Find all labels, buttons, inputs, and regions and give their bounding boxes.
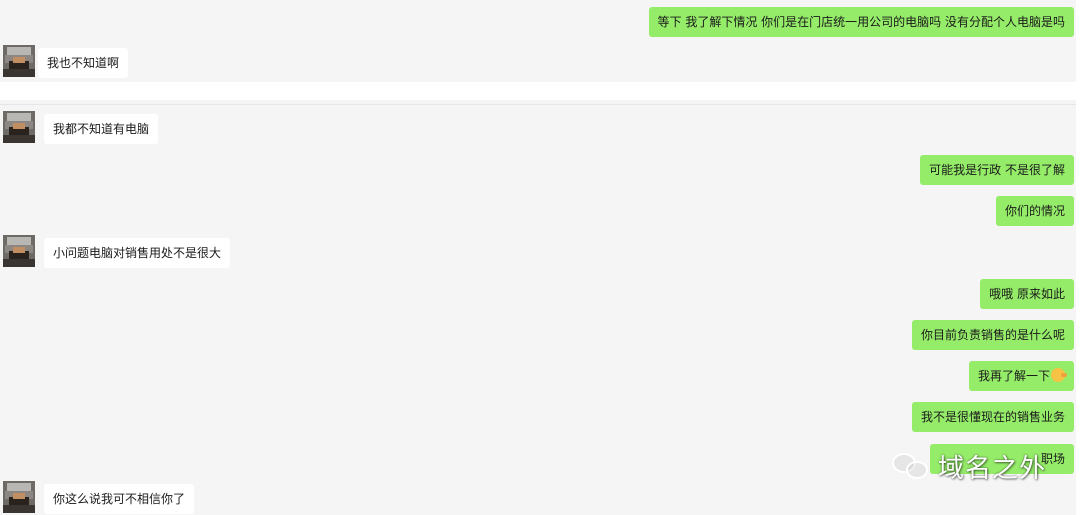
history-divider bbox=[0, 82, 1076, 100]
contact-message-bubble[interactable]: 小问题电脑对销售用处不是很大 bbox=[44, 238, 231, 268]
my-message-bubble[interactable]: 我再了解一下 bbox=[968, 361, 1074, 391]
my-message-bubble[interactable]: 你目前负责销售的是什么呢 bbox=[911, 320, 1074, 350]
my-message-bubble[interactable]: 我不是很懂现在的销售业务 bbox=[911, 402, 1074, 432]
my-message-bubble[interactable]: 等下 我了解下情况 你们是在门店统一用公司的电脑吗 没有分配个人电脑是吗 bbox=[648, 7, 1074, 37]
scrollbar-track[interactable] bbox=[1076, 0, 1080, 515]
wechat-logo-icon bbox=[892, 451, 930, 481]
sweat-smile-emoji-icon bbox=[1051, 368, 1067, 382]
message-text: 哦哦 原来如此 bbox=[989, 287, 1065, 301]
message-text: 你这么说我可不相信你了 bbox=[53, 492, 186, 506]
contact-avatar[interactable] bbox=[3, 235, 35, 267]
message-text: 等下 我了解下情况 你们是在门店统一用公司的电脑吗 没有分配个人电脑是吗 bbox=[657, 15, 1065, 29]
contact-message-bubble[interactable]: 我也不知道啊 bbox=[38, 48, 129, 78]
contact-message-bubble[interactable]: 我都不知道有电脑 bbox=[44, 114, 159, 144]
message-text: 可能我是行政 不是很了解 bbox=[929, 163, 1065, 177]
message-text: 你们的情况 bbox=[1004, 204, 1065, 218]
my-message-bubble[interactable]: 可能我是行政 不是很了解 bbox=[920, 155, 1074, 185]
message-text: 我不是很懂现在的销售业务 bbox=[920, 410, 1065, 424]
contact-avatar[interactable] bbox=[3, 111, 35, 143]
contact-avatar[interactable] bbox=[3, 45, 35, 77]
message-text: 我再了解一下 bbox=[977, 369, 1050, 383]
divider-line bbox=[0, 104, 1076, 105]
contact-message-bubble[interactable]: 你这么说我可不相信你了 bbox=[44, 484, 195, 514]
message-text: 我也不知道啊 bbox=[47, 56, 120, 70]
watermark-text: 域名之外 bbox=[938, 453, 1047, 484]
watermark: 域名之外 bbox=[892, 446, 1046, 486]
message-text: 我都不知道有电脑 bbox=[53, 122, 150, 136]
message-text: 你目前负责销售的是什么呢 bbox=[920, 328, 1065, 342]
my-message-bubble[interactable]: 你们的情况 bbox=[995, 196, 1074, 226]
my-message-bubble[interactable]: 哦哦 原来如此 bbox=[980, 279, 1074, 309]
chat-window: 等下 我了解下情况 你们是在门店统一用公司的电脑吗 没有分配个人电脑是吗 我也不… bbox=[0, 0, 1080, 515]
contact-avatar[interactable] bbox=[3, 481, 35, 513]
message-text: 小问题电脑对销售用处不是很大 bbox=[53, 246, 222, 260]
